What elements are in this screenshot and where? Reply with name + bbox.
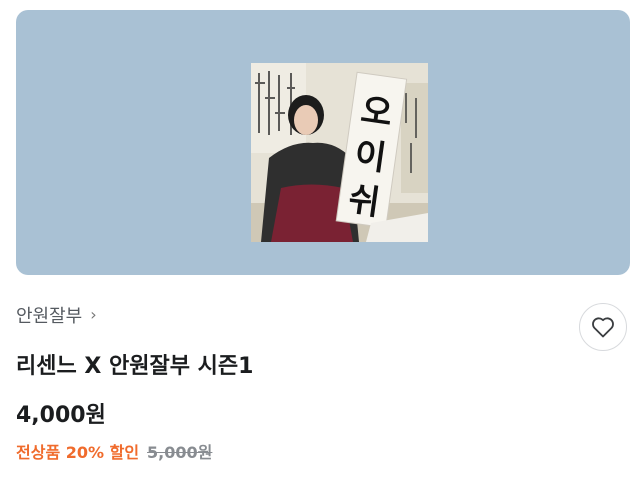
- heart-outline-icon: [592, 317, 614, 338]
- original-price: 5,000원: [147, 443, 213, 462]
- svg-text:오: 오: [358, 90, 395, 134]
- product-price: 4,000원: [16, 403, 106, 428]
- product-photo: 오 이 쉬: [251, 63, 428, 242]
- svg-text:쉬: 쉬: [346, 180, 383, 224]
- seller-name: 안원잘부: [16, 306, 83, 327]
- chevron-right-icon: ›: [90, 305, 97, 324]
- product-title: 리센느 X 안원잘부 시즌1: [16, 354, 254, 379]
- discount-info: 전상품 20% 할인 5,000원: [16, 439, 212, 463]
- seller-link[interactable]: 안원잘부 ›: [16, 302, 97, 328]
- wishlist-button[interactable]: [579, 303, 627, 351]
- svg-text:이: 이: [352, 135, 389, 179]
- discount-label: 전상품 20% 할인: [16, 443, 140, 462]
- product-image-banner[interactable]: 오 이 쉬: [16, 10, 630, 275]
